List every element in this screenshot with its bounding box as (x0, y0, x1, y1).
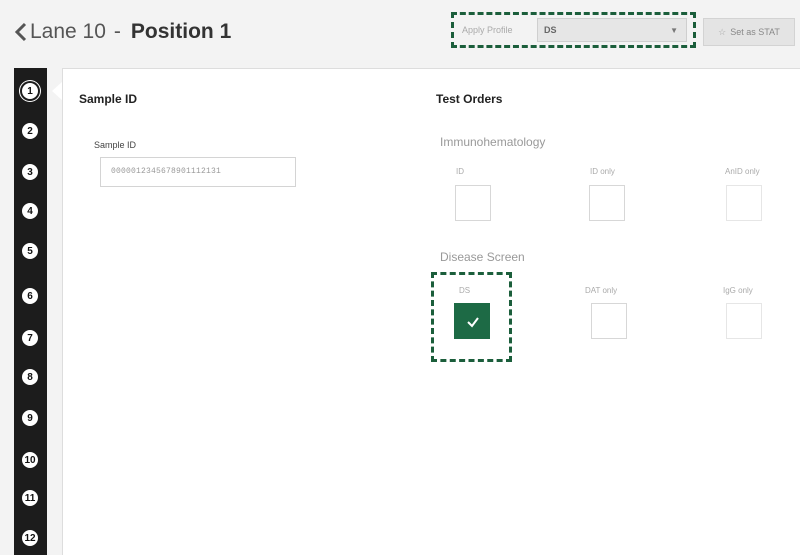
top-bar: Lane 10 - Position 1 Apply Profile DS ▼ … (0, 0, 800, 66)
step-4[interactable]: 4 (22, 203, 38, 219)
step-9[interactable]: 9 (22, 410, 38, 426)
page-title: Position 1 (130, 20, 232, 43)
test-label: ID (456, 167, 464, 176)
profile-select[interactable]: DS ▼ (537, 18, 687, 42)
profile-label: Apply Profile (462, 25, 513, 35)
sample-section-title: Sample ID (79, 92, 138, 106)
step-11[interactable]: 11 (22, 490, 38, 506)
stat-label: Set as STAT (730, 27, 780, 37)
step-sidebar: 1 2 3 4 5 6 7 8 9 10 11 12 (14, 68, 47, 555)
group-title-disease-screen: Disease Screen (440, 250, 525, 264)
sample-id-input[interactable]: 0000012345678901112131 (100, 157, 296, 187)
test-checkbox[interactable] (591, 303, 627, 339)
profile-value: DS (544, 25, 557, 35)
chevron-left-icon (14, 22, 27, 42)
test-label: AnID only (725, 167, 760, 176)
step-5[interactable]: 5 (22, 243, 38, 259)
step-2[interactable]: 2 (22, 123, 38, 139)
step-3[interactable]: 3 (22, 164, 38, 180)
step-1[interactable]: 1 (22, 83, 38, 99)
test-checkbox[interactable] (589, 185, 625, 221)
step-7[interactable]: 7 (22, 330, 38, 346)
test-checkbox[interactable] (726, 303, 762, 339)
test-checkbox[interactable] (726, 185, 762, 221)
step-8[interactable]: 8 (22, 369, 38, 385)
test-checkbox[interactable] (455, 185, 491, 221)
step-12[interactable]: 12 (22, 530, 38, 546)
test-label: DAT only (585, 286, 618, 295)
lane-label: Lane 10 (30, 20, 106, 43)
set-stat-button[interactable]: ☆ Set as STAT (703, 18, 795, 46)
test-orders-title: Test Orders (436, 92, 503, 106)
stat-icon: ☆ (718, 26, 727, 37)
sample-id-label: Sample ID (94, 140, 137, 150)
selection-highlight (431, 272, 512, 362)
step-6[interactable]: 6 (22, 288, 38, 304)
step-10[interactable]: 10 (22, 452, 38, 468)
chevron-down-icon: ▼ (670, 26, 678, 35)
title-separator: - (113, 20, 121, 43)
group-title-immunohematology: Immunohematology (440, 135, 546, 149)
test-label: IgG only (723, 286, 753, 295)
back-link[interactable]: Lane 10 - Position 1 (14, 20, 231, 44)
panel-pointer (52, 82, 62, 100)
test-label: ID only (590, 167, 615, 176)
